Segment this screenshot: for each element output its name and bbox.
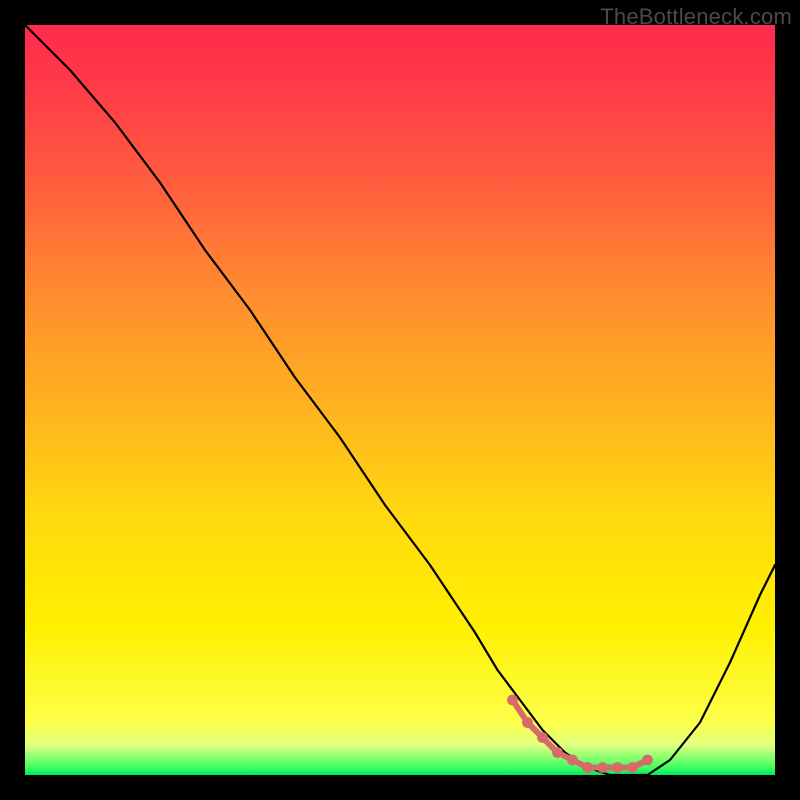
highlight-dot (597, 762, 608, 773)
highlight-dot (642, 755, 653, 766)
chart-svg (25, 25, 775, 775)
highlight-dot (627, 762, 638, 773)
highlight-dots (507, 695, 653, 773)
highlight-dot (537, 732, 548, 743)
highlight-dot (522, 717, 533, 728)
highlight-dot (507, 695, 518, 706)
highlight-dot (612, 762, 623, 773)
highlight-stroke (513, 700, 648, 768)
highlight-dot (552, 747, 563, 758)
chart-frame: TheBottleneck.com (0, 0, 800, 800)
plot-area (25, 25, 775, 775)
highlight-dot (582, 762, 593, 773)
watermark-text: TheBottleneck.com (600, 4, 792, 30)
highlight-dot (567, 755, 578, 766)
main-curve (25, 25, 775, 775)
